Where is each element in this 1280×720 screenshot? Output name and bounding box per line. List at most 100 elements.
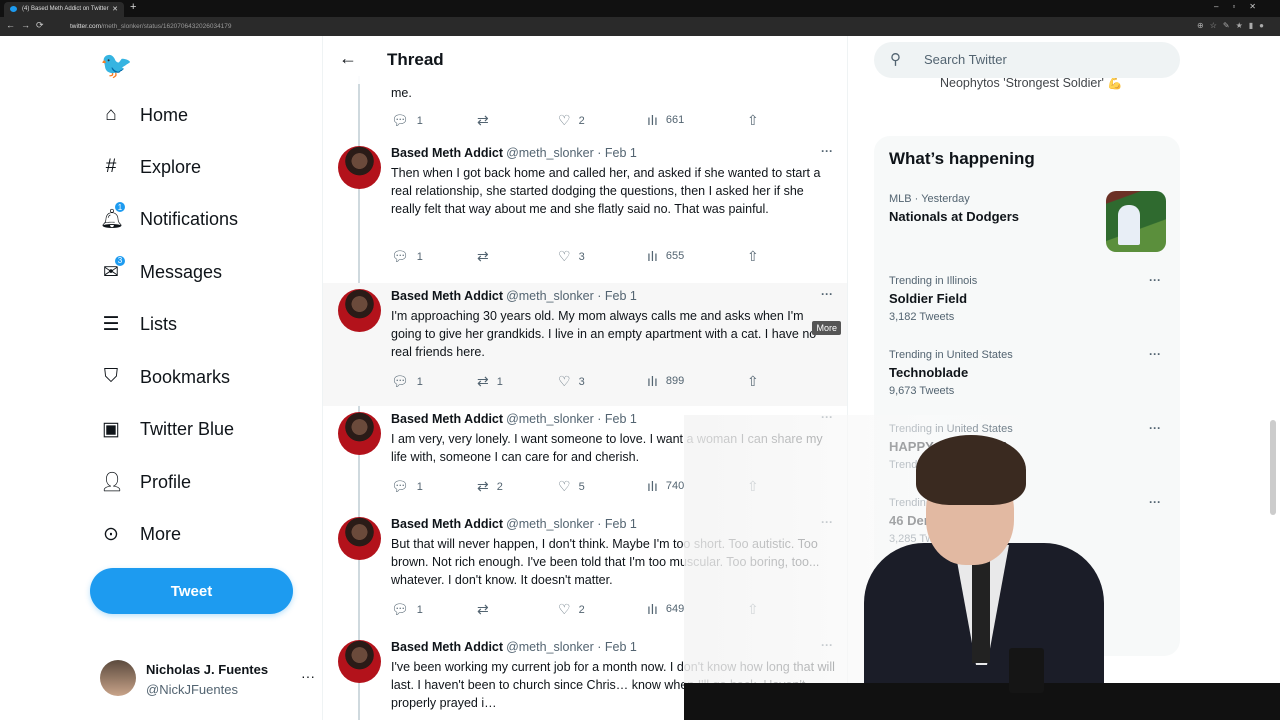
account-handle: @NickJFuentes: [146, 682, 238, 697]
trend-item[interactable]: ··· Trending in Illinois Soldier Field 3,18…: [889, 273, 1169, 323]
more-icon[interactable]: ···: [1149, 421, 1161, 435]
trend-item[interactable]: MLB · Yesterday Nationals at Dodgers: [889, 193, 1169, 224]
more-options-icon[interactable]: ···: [301, 668, 315, 684]
reply-button[interactable]: 💬︎ 1: [391, 601, 423, 618]
share-button[interactable]: ⇧: [747, 373, 759, 390]
share-button[interactable]: ⇧: [747, 112, 759, 129]
tweet[interactable]: Based Meth Addict @meth_slonker · Feb 1 ·…: [323, 511, 847, 634]
author-handle[interactable]: @meth_slonker: [506, 146, 594, 160]
back-arrow-icon[interactable]: ←: [339, 48, 357, 69]
sidebar-item-lists[interactable]: ☰ Lists: [100, 304, 177, 344]
account-switcher[interactable]: Nicholas J. Fuentes @NickJFuentes ···: [100, 658, 315, 698]
more-icon[interactable]: ···: [1149, 347, 1161, 361]
avatar[interactable]: [338, 146, 381, 189]
views-button[interactable]: ılı 649: [647, 601, 684, 617]
reply-button[interactable]: 💬︎ 1: [391, 373, 423, 390]
tweet-header: Based Meth Addict @meth_slonker · Feb 1: [391, 517, 637, 531]
sidebar-item-explore[interactable]: # Explore: [100, 147, 201, 187]
browser-nav-buttons[interactable]: ←→⟳: [6, 20, 50, 31]
twitter-logo-icon[interactable]: 🐦: [100, 50, 132, 81]
show-more-link[interactable]: Show: [889, 574, 922, 589]
tweet-date[interactable]: · Feb 1: [597, 517, 637, 531]
tweet[interactable]: Based Meth Addict @meth_slonker · Feb 1 ·…: [323, 283, 847, 406]
avatar[interactable]: [338, 517, 381, 560]
more-icon[interactable]: ···: [1149, 273, 1161, 287]
retweet-button[interactable]: ⇄: [477, 248, 497, 265]
trend-item[interactable]: ··· Trending in United States HAPPY GAY MO…: [889, 421, 1169, 471]
more-icon[interactable]: ···: [1149, 495, 1161, 509]
like-button[interactable]: ♡ 2: [558, 112, 585, 129]
views-button[interactable]: ılı 740: [647, 478, 684, 494]
tweet[interactable]: Based Meth Addict @meth_slonker · Feb 1 ·…: [323, 406, 847, 511]
section-title: What’s happening: [889, 149, 1035, 168]
share-button[interactable]: ⇧: [747, 248, 759, 265]
share-button[interactable]: ⇧: [747, 478, 759, 495]
avatar[interactable]: [338, 412, 381, 455]
like-button[interactable]: ♡ 5: [558, 478, 585, 495]
more-icon[interactable]: ···: [821, 410, 833, 424]
reply-count: 1: [416, 375, 423, 388]
window-controls[interactable]: –▫✕: [1214, 2, 1270, 11]
author-handle[interactable]: @meth_slonker: [506, 640, 594, 654]
more-icon[interactable]: ···: [821, 515, 833, 529]
author-handle[interactable]: @meth_slonker: [506, 412, 594, 426]
views-button[interactable]: ılı 655: [647, 248, 684, 264]
sidebar-item-more[interactable]: ⊙ More: [100, 514, 181, 554]
author-name[interactable]: Based Meth Addict: [391, 517, 503, 531]
sidebar-item-messages[interactable]: ✉ 3 Messages: [100, 252, 222, 292]
more-icon[interactable]: ···: [821, 287, 833, 301]
scrollbar[interactable]: [1270, 420, 1276, 515]
tweet-date[interactable]: · Feb 1: [597, 412, 637, 426]
trend-item[interactable]: ··· Trending in United St 46 Democrats 3,28…: [889, 495, 1169, 545]
tweet-date[interactable]: · Feb 1: [597, 146, 637, 160]
tweet-date[interactable]: · Feb 1: [597, 640, 637, 654]
retweet-button[interactable]: ⇄: [477, 601, 497, 618]
tweet-date[interactable]: · Feb 1: [597, 289, 637, 303]
sidebar-item-bookmarks[interactable]: ⛉ Bookmarks: [100, 357, 230, 397]
like-button[interactable]: ♡ 3: [558, 248, 585, 265]
sidebar-item-twitter-blue[interactable]: ▣ Twitter Blue: [100, 409, 234, 449]
tweet-button[interactable]: Tweet: [90, 568, 293, 614]
address-bar[interactable]: twitter.com/meth_slonker/status/16207064…: [60, 20, 1140, 33]
tweet-text: But that will never happen, I don't thin…: [391, 537, 820, 587]
author-name[interactable]: Based Meth Addict: [391, 289, 503, 303]
more-icon[interactable]: ···: [821, 638, 833, 652]
extension-icons[interactable]: ⊕☆✎★▮●: [1197, 21, 1270, 30]
tweet[interactable]: Based Meth Addict @meth_slonker · Feb 1 ·…: [323, 634, 847, 720]
search-input[interactable]: ⚲ Search Twitter: [874, 42, 1180, 78]
tweet-partial[interactable]: me. 💬︎ 1 ⇄ ♡ 2 ılı 661 ⇧: [323, 80, 847, 140]
new-tab-button[interactable]: +: [130, 1, 136, 13]
reply-button[interactable]: 💬︎ 1: [391, 478, 423, 495]
retweet-button[interactable]: ⇄ 1: [477, 373, 503, 390]
reply-button[interactable]: 💬︎ 1: [391, 248, 423, 265]
trend-item[interactable]: ··· Trending in United States Technoblade 9…: [889, 347, 1169, 397]
tweet[interactable]: Based Meth Addict @meth_slonker · Feb 1 ·…: [323, 140, 847, 283]
author-name[interactable]: Based Meth Addict: [391, 146, 503, 160]
sidebar-item-label: Notifications: [140, 208, 239, 229]
close-tab-icon[interactable]: ✕: [112, 5, 118, 13]
trend-link[interactable]: Georg: [958, 459, 989, 471]
author-handle[interactable]: @meth_slonker: [506, 517, 594, 531]
share-button[interactable]: ⇧: [747, 601, 759, 618]
retweet-icon: ⇄: [477, 373, 489, 389]
retweet-button[interactable]: ⇄ 2: [477, 478, 503, 495]
sidebar-item-home[interactable]: ⌂ Home: [100, 95, 188, 135]
author-handle[interactable]: @meth_slonker: [506, 289, 594, 303]
like-button[interactable]: ♡ 3: [558, 373, 585, 390]
author-name[interactable]: Based Meth Addict: [391, 412, 503, 426]
avatar[interactable]: [338, 640, 381, 683]
like-count: 3: [578, 250, 585, 263]
tweet-header: Based Meth Addict @meth_slonker · Feb 1: [391, 412, 637, 426]
avatar[interactable]: [338, 289, 381, 332]
more-icon[interactable]: ···: [821, 144, 833, 158]
sidebar-item-profile[interactable]: 👤︎ Profile: [100, 462, 191, 502]
sidebar-item-notifications[interactable]: 🔔︎ 1 Notifications: [100, 199, 238, 239]
browser-tab[interactable]: (4) Based Meth Addict on Twitter ✕: [4, 2, 124, 17]
retweet-button[interactable]: ⇄: [477, 112, 489, 129]
views-button[interactable]: ılı 899: [647, 373, 684, 389]
list-icon: ☰: [102, 313, 120, 335]
views-button[interactable]: ılı 661: [647, 112, 684, 128]
reply-button[interactable]: 💬︎ 1: [391, 112, 423, 129]
author-name[interactable]: Based Meth Addict: [391, 640, 503, 654]
like-button[interactable]: ♡ 2: [558, 601, 585, 618]
